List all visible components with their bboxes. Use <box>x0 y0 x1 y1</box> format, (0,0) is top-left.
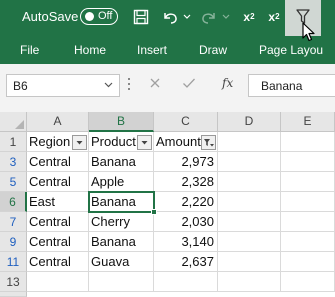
name-box-value: B6 <box>13 79 28 93</box>
filter-dropdown-product[interactable] <box>137 135 152 150</box>
cell-e1[interactable] <box>281 132 335 152</box>
undo-dropdown-icon[interactable] <box>182 6 192 28</box>
ribbon-tabs: File Home Insert Draw Page Layou <box>0 36 335 64</box>
formula-value: Banana <box>261 79 303 93</box>
redo-dropdown-icon[interactable] <box>221 6 231 28</box>
region-cell[interactable]: Central <box>27 152 89 172</box>
subscript-mark: 2 <box>250 12 255 21</box>
empty-cell[interactable] <box>218 192 281 212</box>
save-icon[interactable] <box>131 6 151 28</box>
amount-cell[interactable]: 2,973 <box>154 152 218 172</box>
empty-cell[interactable] <box>281 252 335 272</box>
dropdown-icon <box>141 141 148 145</box>
tab-file[interactable]: File <box>20 43 39 57</box>
row-header[interactable]: 14 <box>0 292 27 297</box>
worksheet-grid: A B C D E 1 Region Product Amount 3 Cent… <box>0 112 335 297</box>
undo-icon[interactable] <box>160 6 180 28</box>
empty-cell[interactable] <box>27 272 89 292</box>
amount-cell[interactable]: 2,220 <box>154 192 218 212</box>
empty-cell[interactable] <box>218 252 281 272</box>
toggle-knob <box>85 12 94 21</box>
superscript-label: x <box>268 10 276 24</box>
tab-insert[interactable]: Insert <box>137 43 167 57</box>
formula-input[interactable]: Banana <box>248 74 335 97</box>
fill-handle[interactable] <box>151 209 157 215</box>
product-cell[interactable]: Guava <box>89 252 154 272</box>
amount-cell[interactable]: 2,030 <box>154 212 218 232</box>
product-cell[interactable]: Apple <box>89 172 154 192</box>
column-header-d[interactable]: D <box>218 112 281 132</box>
column-header-e[interactable]: E <box>281 112 335 132</box>
empty-cell[interactable] <box>218 272 281 292</box>
product-cell[interactable]: Banana <box>89 232 154 252</box>
region-cell[interactable]: Central <box>27 232 89 252</box>
autosave-label: AutoSave <box>22 9 79 24</box>
row-header[interactable]: 13 <box>0 272 27 292</box>
amount-cell[interactable]: 3,140 <box>154 232 218 252</box>
empty-cell[interactable] <box>281 212 335 232</box>
region-cell[interactable]: Central <box>27 212 89 232</box>
dropdown-icon <box>76 141 83 145</box>
empty-cell[interactable] <box>154 272 218 292</box>
empty-cell[interactable] <box>281 232 335 252</box>
column-header-c[interactable]: C <box>154 112 218 132</box>
column-header-b[interactable]: B <box>89 112 154 132</box>
row-header[interactable]: 11 <box>0 252 27 272</box>
row-header[interactable]: 7 <box>0 212 27 232</box>
amount-cell[interactable]: 2,328 <box>154 172 218 192</box>
empty-cell[interactable] <box>281 152 335 172</box>
formula-bar: B6 fx Banana <box>0 64 335 112</box>
empty-cell[interactable] <box>89 272 154 292</box>
region-cell[interactable]: Central <box>27 252 89 272</box>
row-header[interactable]: 9 <box>0 232 27 252</box>
empty-cell[interactable] <box>218 212 281 232</box>
insert-function-button[interactable]: fx <box>222 76 233 90</box>
product-cell[interactable]: Cherry <box>89 212 154 232</box>
tab-home[interactable]: Home <box>74 43 106 57</box>
region-cell[interactable]: East <box>27 192 89 212</box>
tab-page-layout[interactable]: Page Layou <box>259 43 323 57</box>
title-bar: AutoSave Off x2 x2 <box>0 0 335 36</box>
superscript-button[interactable]: x2 <box>266 6 282 28</box>
chevron-down-icon[interactable] <box>104 82 113 88</box>
superscript-mark: 2 <box>275 12 280 21</box>
empty-cell[interactable] <box>218 232 281 252</box>
row-header[interactable]: 5 <box>0 172 27 192</box>
empty-cell[interactable] <box>281 192 335 212</box>
region-cell[interactable]: Central <box>27 172 89 192</box>
empty-cell[interactable] <box>218 152 281 172</box>
row-header[interactable]: 1 <box>0 132 27 152</box>
empty-cell[interactable] <box>218 172 281 192</box>
row-header[interactable]: 6 <box>0 192 27 212</box>
formula-bar-grip-icon[interactable] <box>127 78 131 94</box>
column-header-a[interactable]: A <box>27 112 89 132</box>
filter-dropdown-region[interactable] <box>72 135 87 150</box>
filter-dropdown-amount[interactable] <box>201 135 216 150</box>
product-cell[interactable]: Banana <box>89 152 154 172</box>
subscript-button[interactable]: x2 <box>241 6 257 28</box>
autosave-state: Off <box>98 10 113 22</box>
row-header[interactable]: 3 <box>0 152 27 172</box>
redo-icon[interactable] <box>199 6 219 28</box>
cancel-icon[interactable] <box>149 77 161 89</box>
empty-cell[interactable] <box>281 272 335 292</box>
subscript-label: x <box>243 10 251 24</box>
mouse-pointer-icon <box>302 22 315 42</box>
enter-check-icon[interactable] <box>182 77 196 89</box>
cell-d1[interactable] <box>218 132 281 152</box>
autosave-toggle[interactable]: Off <box>80 8 118 25</box>
amount-cell[interactable]: 2,637 <box>154 252 218 272</box>
active-cell-border <box>88 191 157 215</box>
empty-cell[interactable] <box>281 172 335 192</box>
name-box[interactable]: B6 <box>6 74 120 97</box>
select-all-button[interactable] <box>0 112 27 132</box>
filtered-dropdown-icon <box>204 139 214 147</box>
tab-draw[interactable]: Draw <box>199 43 227 57</box>
